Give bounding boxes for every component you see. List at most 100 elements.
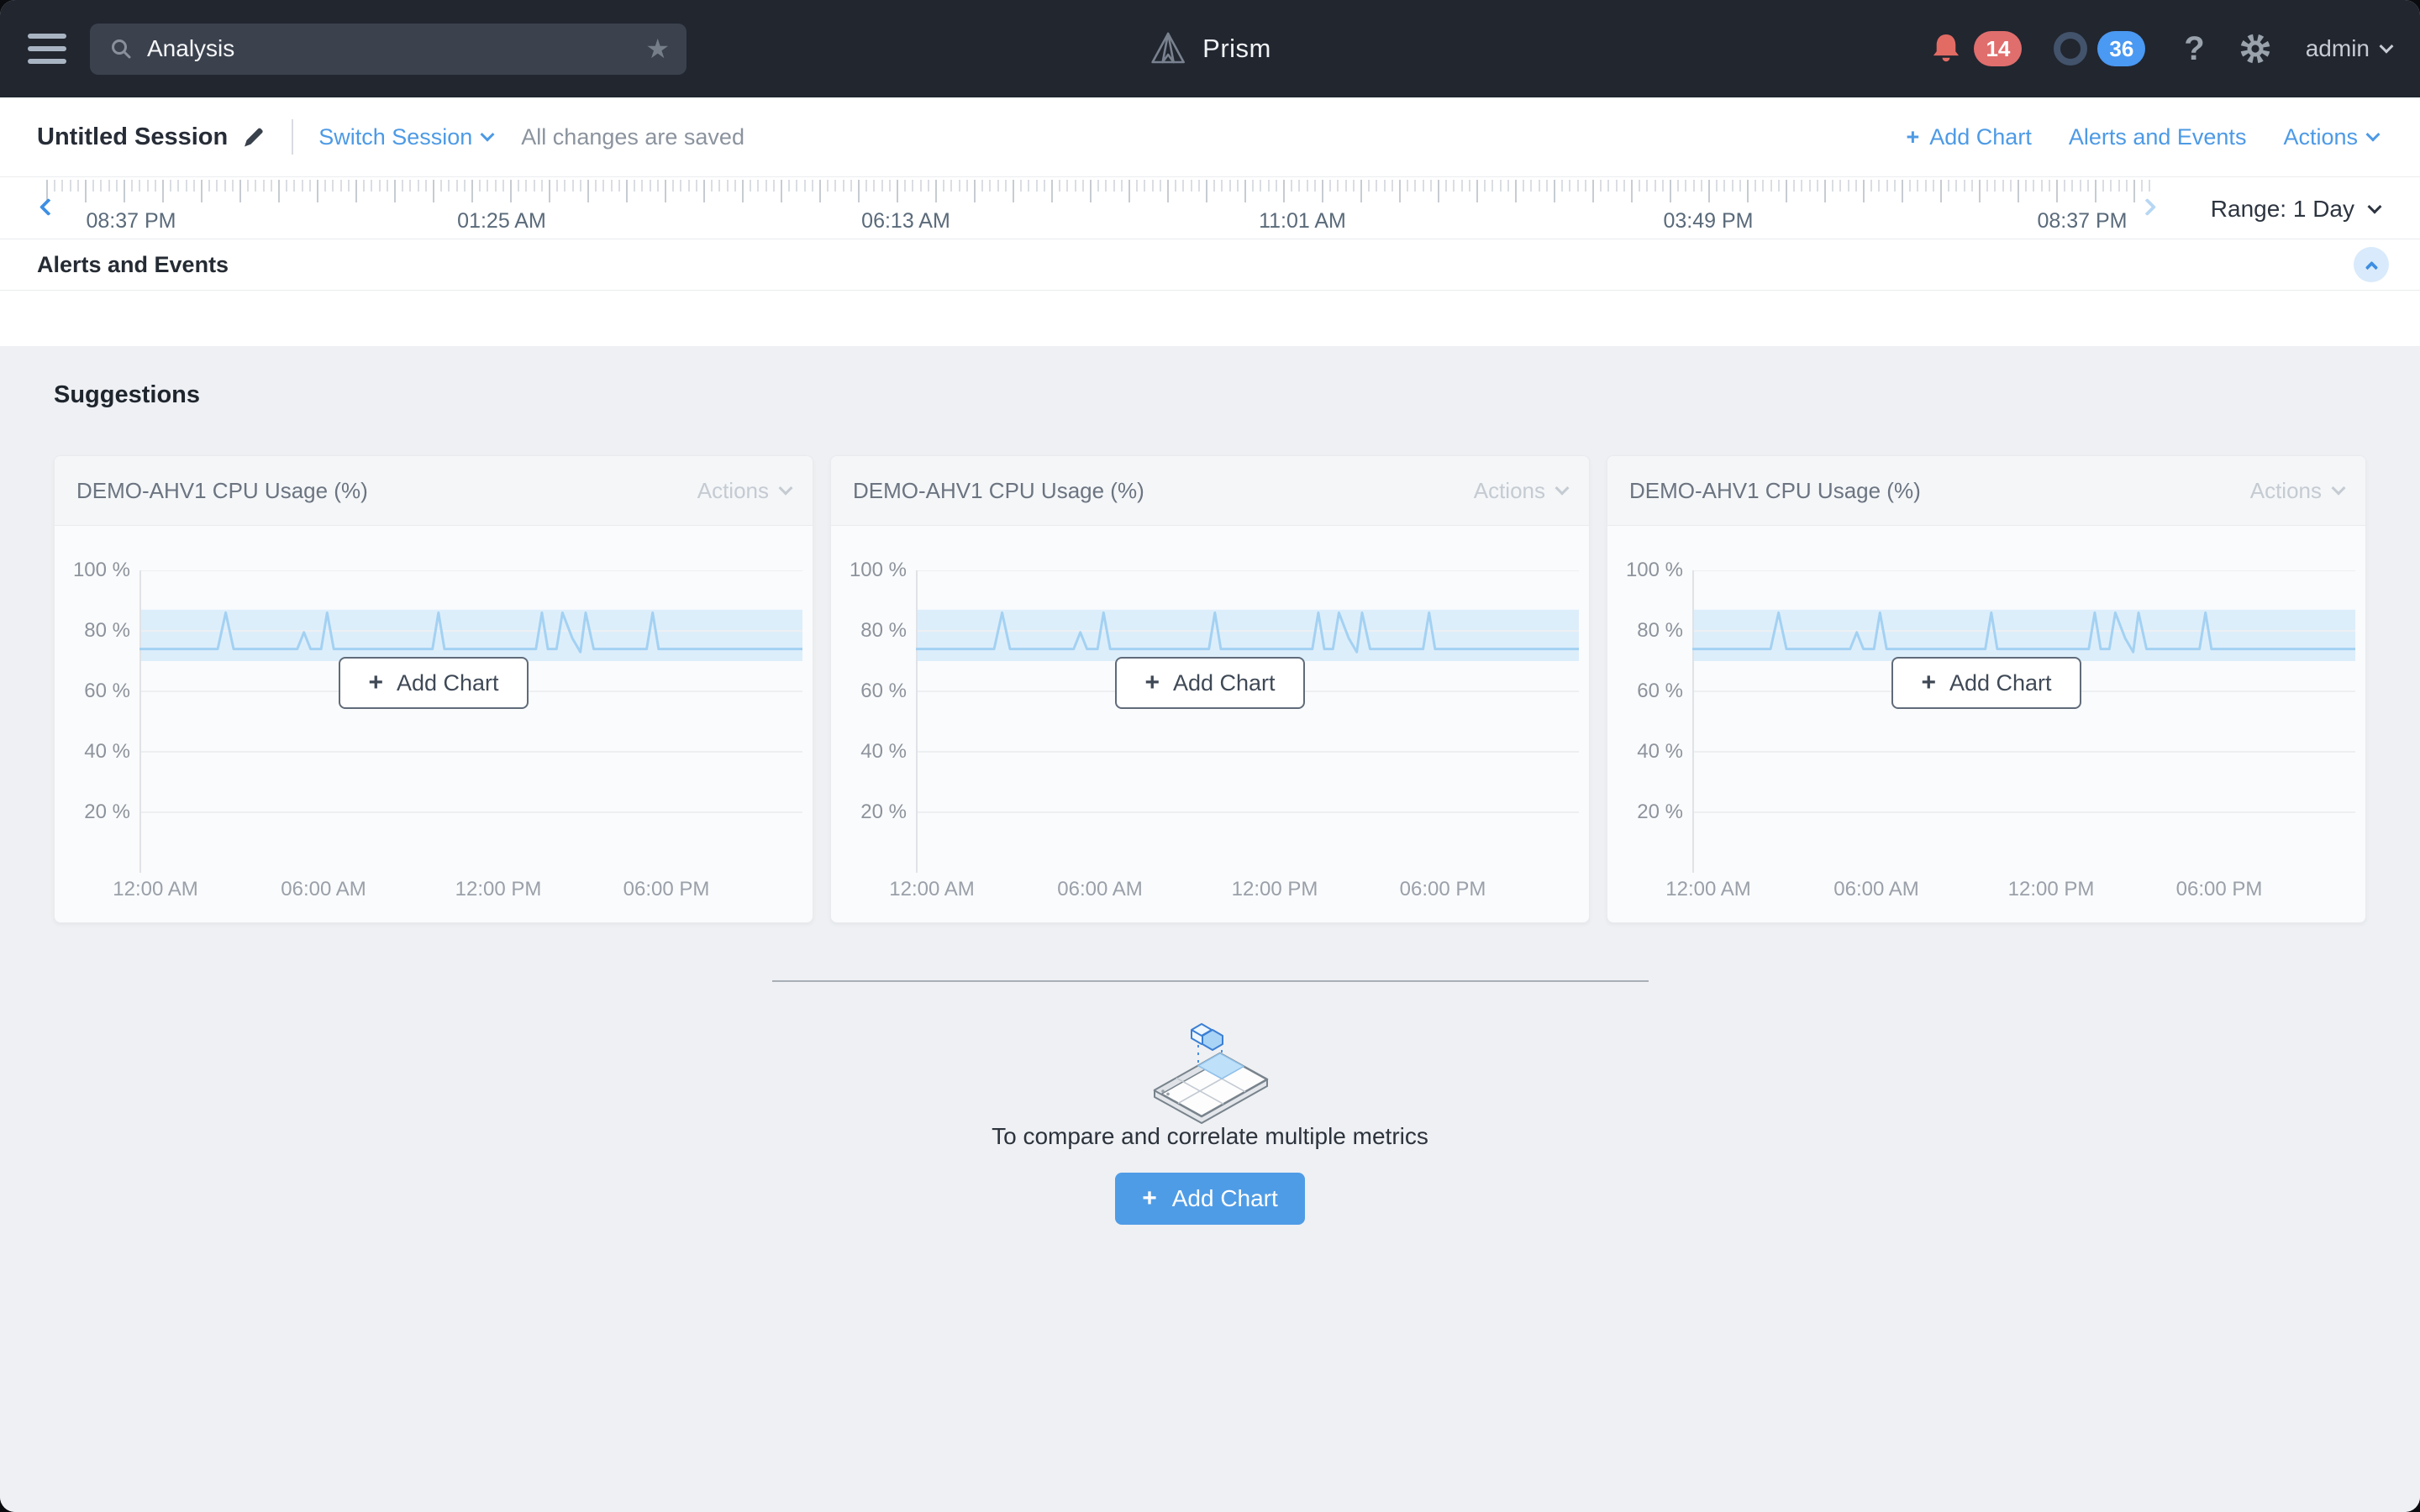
- hamburger-menu-icon[interactable]: [28, 34, 66, 64]
- cpu-usage-chart: [1692, 570, 2355, 873]
- cpu-usage-chart: [139, 570, 802, 873]
- add-chart-label: Add Chart: [1172, 1185, 1278, 1212]
- add-chart-button[interactable]: + Add Chart: [1891, 657, 2081, 709]
- top-navbar: ★ Prism 14 36 ?: [0, 0, 2420, 97]
- x-axis-tick: 12:00 AM: [1665, 878, 1750, 901]
- save-status: All changes are saved: [521, 124, 744, 150]
- prism-logo-icon: [1149, 29, 1187, 68]
- suggestion-cards: DEMO-AHV1 CPU Usage (%) Actions 100 % 80…: [54, 455, 2366, 923]
- add-chart-label: Add Chart: [1949, 670, 2052, 696]
- tasks-ring-icon[interactable]: [2054, 32, 2087, 66]
- x-axis-tick: 06:00 PM: [2176, 878, 2263, 901]
- y-axis-tick: 40 %: [1614, 740, 1683, 764]
- alert-count-badge[interactable]: 14: [1974, 31, 2022, 66]
- y-axis-tick: 60 %: [1614, 680, 1683, 703]
- timeline-next-button[interactable]: [2141, 201, 2154, 218]
- card-actions-dropdown[interactable]: Actions: [697, 478, 791, 504]
- plus-icon: +: [1144, 669, 1160, 697]
- y-axis-tick: 20 %: [838, 801, 907, 824]
- chart-title: DEMO-AHV1 CPU Usage (%): [76, 478, 368, 504]
- add-chart-label: Add Chart: [397, 670, 499, 696]
- card-actions-dropdown[interactable]: Actions: [2250, 478, 2344, 504]
- suggestion-card-1: DEMO-AHV1 CPU Usage (%) Actions 100 % 80…: [54, 455, 813, 923]
- y-axis-tick: 80 %: [838, 619, 907, 643]
- chevron-up-icon: [2365, 260, 2378, 274]
- timeline-time-label: 01:25 AM: [457, 209, 546, 234]
- range-label: Range: 1 Day: [2211, 196, 2354, 223]
- chevron-down-icon: [2366, 128, 2381, 142]
- chevron-down-icon: [2332, 481, 2346, 496]
- x-axis-tick: 06:00 AM: [281, 878, 366, 901]
- x-axis-tick: 12:00 PM: [2008, 878, 2095, 901]
- search-input[interactable]: [147, 35, 645, 62]
- add-chart-button[interactable]: + Add Chart: [339, 657, 529, 709]
- y-axis-tick: 60 %: [838, 680, 907, 703]
- actions-label: Actions: [2283, 124, 2358, 150]
- y-axis-tick: 80 %: [61, 619, 130, 643]
- y-axis-tick: 60 %: [61, 680, 130, 703]
- help-icon[interactable]: ?: [2184, 30, 2204, 68]
- chevron-down-icon: [481, 128, 495, 142]
- card-actions-dropdown[interactable]: Actions: [1474, 478, 1567, 504]
- session-bar-actions: + Add Chart Alerts and Events Actions: [1906, 124, 2378, 150]
- alerts-events-label: Alerts and Events: [2069, 124, 2247, 150]
- add-chart-button[interactable]: + Add Chart: [1115, 657, 1305, 709]
- add-chart-label: Add Chart: [1929, 124, 2032, 150]
- x-axis-tick: 12:00 AM: [113, 878, 197, 901]
- x-axis-tick: 12:00 PM: [1232, 878, 1318, 901]
- alerts-events-section: Alerts and Events: [0, 239, 2420, 291]
- collapse-panel-button[interactable]: [2354, 247, 2389, 282]
- compare-metrics-illustration: [1143, 1010, 1277, 1131]
- search-icon: [108, 36, 134, 61]
- global-search[interactable]: ★: [90, 24, 687, 75]
- card-header: DEMO-AHV1 CPU Usage (%) Actions: [831, 456, 1589, 526]
- suggestion-card-2: DEMO-AHV1 CPU Usage (%) Actions 100 % 80…: [830, 455, 1590, 923]
- divider: [292, 119, 293, 155]
- edit-pencil-icon[interactable]: [241, 124, 266, 150]
- brand: Prism: [1149, 0, 1271, 97]
- suggestion-card-3: DEMO-AHV1 CPU Usage (%) Actions 100 % 80…: [1607, 455, 2366, 923]
- task-count-badge[interactable]: 36: [2097, 31, 2145, 66]
- timeline-time-label: 08:37 PM: [2037, 209, 2127, 234]
- user-menu[interactable]: admin: [2306, 35, 2391, 62]
- username: admin: [2306, 35, 2370, 62]
- plus-icon: +: [1921, 669, 1936, 697]
- add-chart-link[interactable]: + Add Chart: [1906, 124, 2031, 150]
- actions-dropdown[interactable]: Actions: [2283, 124, 2378, 150]
- y-axis-tick: 80 %: [1614, 619, 1683, 643]
- add-chart-primary-button[interactable]: + Add Chart: [1115, 1173, 1305, 1225]
- suggestions-title: Suggestions: [54, 381, 200, 409]
- empty-state-message: To compare and correlate multiple metric…: [0, 1123, 2420, 1150]
- x-axis-tick: 06:00 PM: [623, 878, 710, 901]
- favorite-star-icon[interactable]: ★: [645, 35, 670, 62]
- alerts-bell-icon[interactable]: [1928, 31, 1964, 66]
- actions-label: Actions: [697, 478, 769, 504]
- plus-icon: +: [368, 669, 383, 697]
- product-name: Prism: [1202, 34, 1271, 64]
- alerts-and-events-link[interactable]: Alerts and Events: [2069, 124, 2247, 150]
- x-axis-tick: 12:00 PM: [455, 878, 542, 901]
- switch-session-label: Switch Session: [318, 124, 472, 150]
- card-header: DEMO-AHV1 CPU Usage (%) Actions: [55, 456, 813, 526]
- chevron-down-icon: [2380, 39, 2394, 54]
- settings-gear-icon[interactable]: [2237, 30, 2274, 67]
- session-bar: Untitled Session Switch Session All chan…: [0, 97, 2420, 177]
- timeline-scrubber[interactable]: 08:37 PM 01:25 AM 06:13 AM 11:01 AM 03:4…: [0, 177, 2420, 239]
- range-selector[interactable]: Range: 1 Day: [2211, 196, 2380, 223]
- chevron-down-icon: [779, 481, 793, 496]
- alerts-panel-body: [0, 291, 2420, 346]
- timeline-ruler: [46, 180, 2374, 205]
- x-axis-tick: 06:00 PM: [1400, 878, 1486, 901]
- y-axis-tick: 40 %: [838, 740, 907, 764]
- navbar-right: 14 36 ? admin: [1928, 30, 2391, 68]
- x-axis-tick: 06:00 AM: [1833, 878, 1918, 901]
- session-title: Untitled Session: [37, 123, 228, 151]
- card-header: DEMO-AHV1 CPU Usage (%) Actions: [1607, 456, 2365, 526]
- x-axis-tick: 12:00 AM: [889, 878, 974, 901]
- switch-session-dropdown[interactable]: Switch Session: [318, 124, 492, 150]
- plus-icon: +: [1906, 124, 1919, 150]
- prism-analysis-page: ★ Prism 14 36 ?: [0, 0, 2420, 1512]
- timeline-time-label: 06:13 AM: [861, 209, 950, 234]
- timeline-prev-button[interactable]: [42, 201, 55, 218]
- y-axis-tick: 100 %: [61, 559, 130, 582]
